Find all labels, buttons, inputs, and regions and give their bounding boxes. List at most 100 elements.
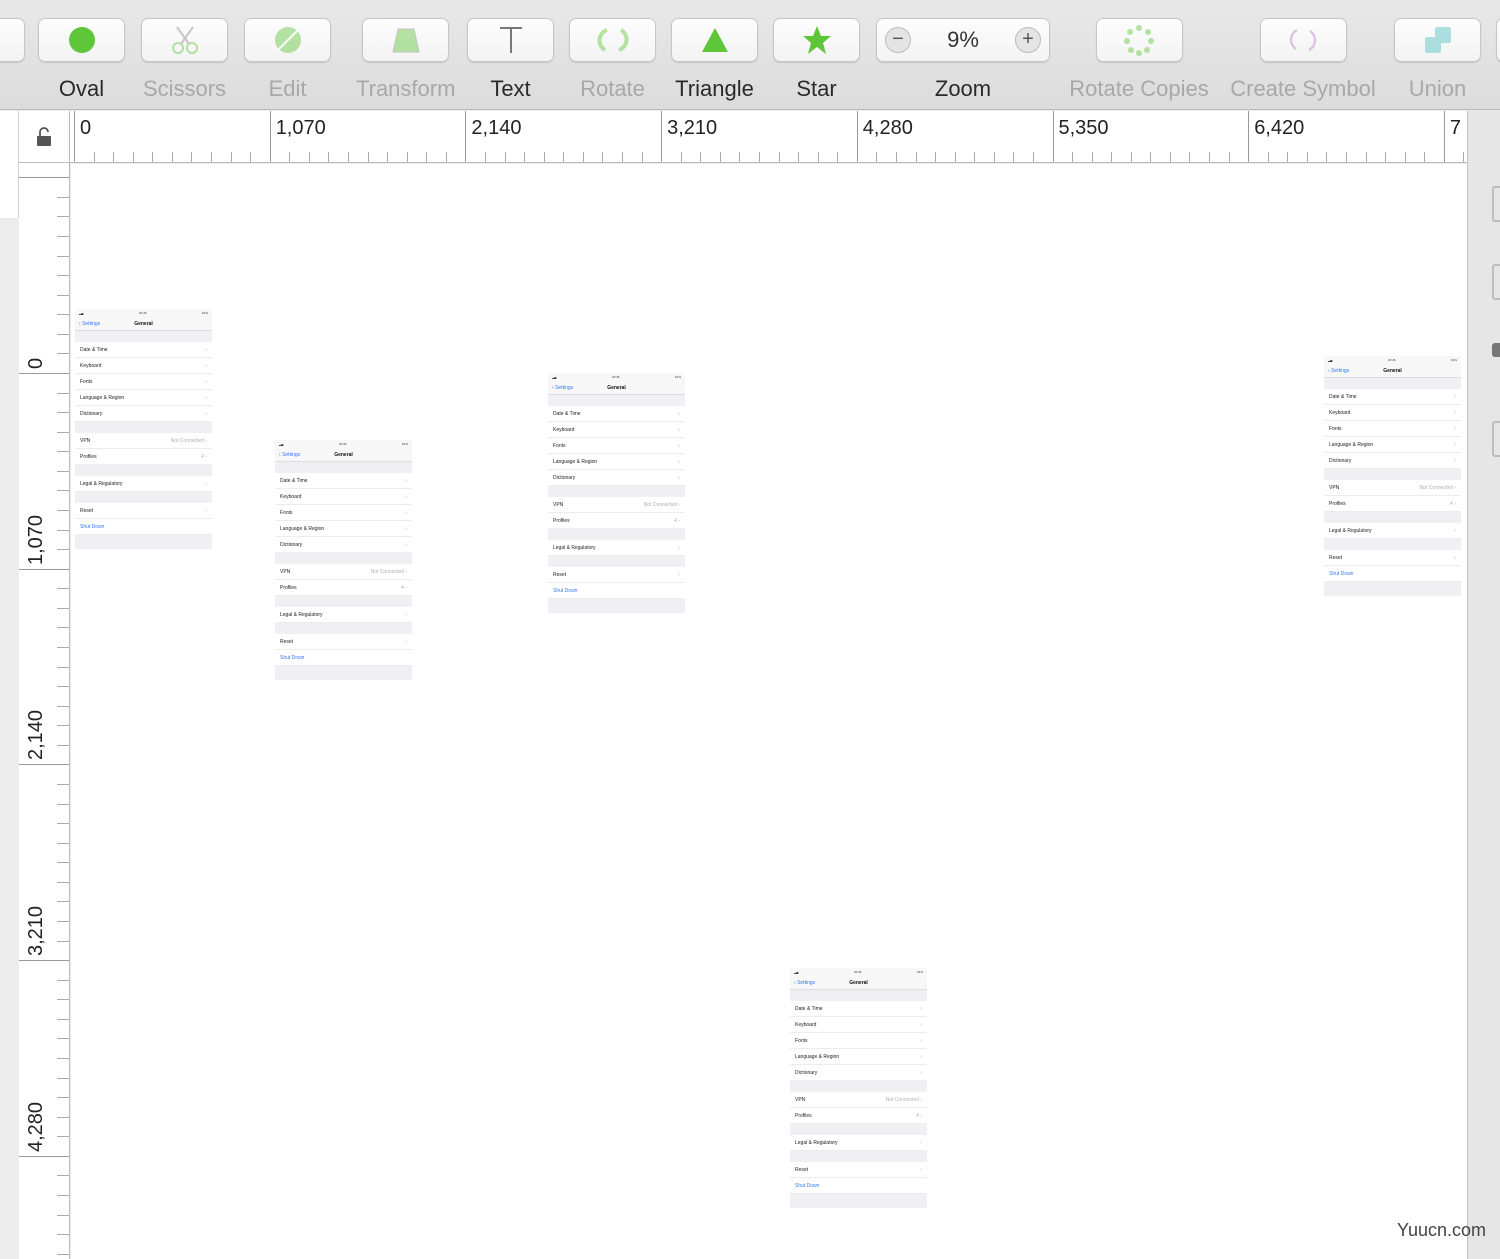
row-shut-down[interactable]: Shut Down	[1324, 566, 1461, 582]
oval-tool-button[interactable]: Oval	[38, 18, 125, 102]
row-profiles[interactable]: Profiles 4 ›	[75, 449, 212, 465]
inspector-tab-1[interactable]	[1492, 186, 1500, 222]
toolbar-overflow-button[interactable]	[1496, 18, 1500, 62]
signal-icon: ▂▄	[279, 442, 284, 446]
row-reset[interactable]: Reset ›	[790, 1162, 927, 1178]
zoom-out-button[interactable]: −	[885, 27, 911, 53]
toolbar-partial-button[interactable]	[0, 18, 25, 62]
triangle-icon	[701, 28, 728, 52]
ruler-minor-tick	[758, 152, 760, 162]
row-reset[interactable]: Reset ›	[548, 567, 685, 583]
ruler-minor-tick	[57, 627, 69, 629]
ruler-minor-tick	[57, 686, 69, 688]
rotate-copies-tool-button[interactable]: Rotate Copies	[1067, 18, 1211, 102]
horizontal-ruler[interactable]: 0 1,070 2,140 3,210 4,280 5,350 6,420 7	[70, 111, 1467, 163]
edit-tool-button[interactable]: Edit	[244, 18, 331, 102]
phone-mockup-5[interactable]: ▂▄ 20:46 61% ‹ Settings General Date & T…	[790, 968, 927, 1208]
row-fonts[interactable]: Fonts ›	[790, 1033, 927, 1049]
row-date-time[interactable]: Date & Time ›	[548, 406, 685, 422]
row-keyboard[interactable]: Keyboard ›	[548, 422, 685, 438]
row-language-region[interactable]: Language & Region ›	[790, 1049, 927, 1065]
row-keyboard[interactable]: Keyboard ›	[275, 489, 412, 505]
row-dictionary[interactable]: Dictionary ›	[75, 406, 212, 422]
ruler-minor-tick	[817, 152, 819, 162]
phone-mockup-3[interactable]: ▂▄ 20:46 61% ‹ Settings General Date & T…	[548, 373, 685, 613]
vertical-ruler[interactable]: 0 1,070 2,140 3,210 4,280	[19, 163, 70, 1259]
status-time: 20:46	[611, 375, 620, 379]
row-dictionary[interactable]: Dictionary ›	[275, 537, 412, 553]
row-vpn[interactable]: VPN Not Connected ›	[548, 497, 685, 513]
row-language-region[interactable]: Language & Region ›	[275, 521, 412, 537]
inspector-tab-2[interactable]	[1492, 264, 1500, 300]
chevron-right-icon: ›	[1454, 527, 1456, 534]
edit-icon	[274, 27, 301, 53]
zoom-in-button[interactable]: +	[1014, 27, 1041, 53]
row-dictionary[interactable]: Dictionary ›	[1324, 453, 1461, 469]
inspector-tab-3[interactable]	[1492, 343, 1500, 357]
row-legal[interactable]: Legal & Regulatory ›	[548, 540, 685, 556]
row-language-region[interactable]: Language & Region ›	[75, 390, 212, 406]
row-keyboard[interactable]: Keyboard ›	[1324, 405, 1461, 421]
row-profiles[interactable]: Profiles 4 ›	[1324, 496, 1461, 512]
row-shut-down[interactable]: Shut Down	[548, 583, 685, 599]
ruler-minor-tick	[57, 999, 69, 1001]
row-reset[interactable]: Reset ›	[1324, 550, 1461, 566]
union-tool-button[interactable]: Union	[1394, 18, 1481, 102]
text-tool-button[interactable]: Text	[467, 18, 554, 102]
ruler-corner-lock[interactable]	[19, 111, 70, 163]
row-date-time[interactable]: Date & Time ›	[1324, 389, 1461, 405]
inspector-tab-4[interactable]	[1492, 421, 1500, 457]
row-keyboard[interactable]: Keyboard ›	[75, 358, 212, 374]
row-vpn[interactable]: VPN Not Connected ›	[1324, 480, 1461, 496]
row-label: Date & Time	[1329, 393, 1357, 400]
ruler-major-tick	[19, 177, 69, 179]
row-vpn[interactable]: VPN Not Connected ›	[275, 564, 412, 580]
row-shut-down[interactable]: Shut Down	[75, 519, 212, 535]
rotate-tool-button[interactable]: Rotate	[569, 18, 656, 102]
row-fonts[interactable]: Fonts ›	[275, 505, 412, 521]
phone-mockup-2[interactable]: ▂▄ 20:46 61% ‹ Settings General Date & T…	[275, 440, 412, 680]
row-language-region[interactable]: Language & Region ›	[548, 454, 685, 470]
row-date-time[interactable]: Date & Time ›	[790, 1001, 927, 1017]
row-fonts[interactable]: Fonts ›	[75, 374, 212, 390]
create-symbol-tool-button[interactable]: Create Symbol	[1228, 18, 1378, 102]
drawing-canvas[interactable]: ▂▄ 20:46 61% ‹ Settings General Date & T…	[71, 164, 1467, 1259]
row-shut-down[interactable]: Shut Down	[275, 650, 412, 666]
row-reset[interactable]: Reset ›	[75, 503, 212, 519]
row-legal[interactable]: Legal & Regulatory ›	[275, 607, 412, 623]
create-symbol-icon	[1289, 28, 1317, 52]
ruler-minor-tick	[230, 152, 232, 162]
row-profiles[interactable]: Profiles 4 ›	[790, 1108, 927, 1124]
row-legal[interactable]: Legal & Regulatory ›	[790, 1135, 927, 1151]
transform-tool-button[interactable]: Transform	[356, 18, 455, 102]
chevron-right-icon: ›	[405, 541, 407, 548]
triangle-tool-button[interactable]: Triangle	[671, 18, 758, 102]
row-date-time[interactable]: Date & Time ›	[75, 342, 212, 358]
row-date-time[interactable]: Date & Time ›	[275, 473, 412, 489]
row-fonts[interactable]: Fonts ›	[548, 438, 685, 454]
row-legal[interactable]: Legal & Regulatory ›	[1324, 523, 1461, 539]
row-profiles[interactable]: Profiles 4 ›	[275, 580, 412, 596]
row-vpn[interactable]: VPN Not Connected ›	[75, 433, 212, 449]
phone-mockup-4[interactable]: ▂▄ 20:46 61% ‹ Settings General Date & T…	[1324, 356, 1461, 596]
rotate-icon	[597, 28, 628, 52]
row-label: Fonts	[80, 378, 93, 385]
row-label: Keyboard	[553, 426, 575, 433]
ruler-minor-tick	[57, 823, 69, 825]
star-icon	[802, 26, 831, 54]
row-vpn[interactable]: VPN Not Connected ›	[790, 1092, 927, 1108]
star-tool-button[interactable]: Star	[773, 18, 860, 102]
row-keyboard[interactable]: Keyboard ›	[790, 1017, 927, 1033]
scissors-tool-button[interactable]: Scissors	[141, 18, 228, 102]
row-language-region[interactable]: Language & Region ›	[1324, 437, 1461, 453]
chevron-right-icon: ›	[1454, 393, 1456, 400]
ruler-major-tick	[1443, 111, 1445, 162]
row-fonts[interactable]: Fonts ›	[1324, 421, 1461, 437]
row-shut-down[interactable]: Shut Down	[790, 1178, 927, 1194]
phone-mockup-1[interactable]: ▂▄ 20:46 61% ‹ Settings General Date & T…	[75, 309, 212, 549]
row-reset[interactable]: Reset ›	[275, 634, 412, 650]
row-dictionary[interactable]: Dictionary ›	[790, 1065, 927, 1081]
row-legal[interactable]: Legal & Regulatory ›	[75, 476, 212, 492]
row-dictionary[interactable]: Dictionary ›	[548, 470, 685, 486]
row-profiles[interactable]: Profiles 4 ›	[548, 513, 685, 529]
